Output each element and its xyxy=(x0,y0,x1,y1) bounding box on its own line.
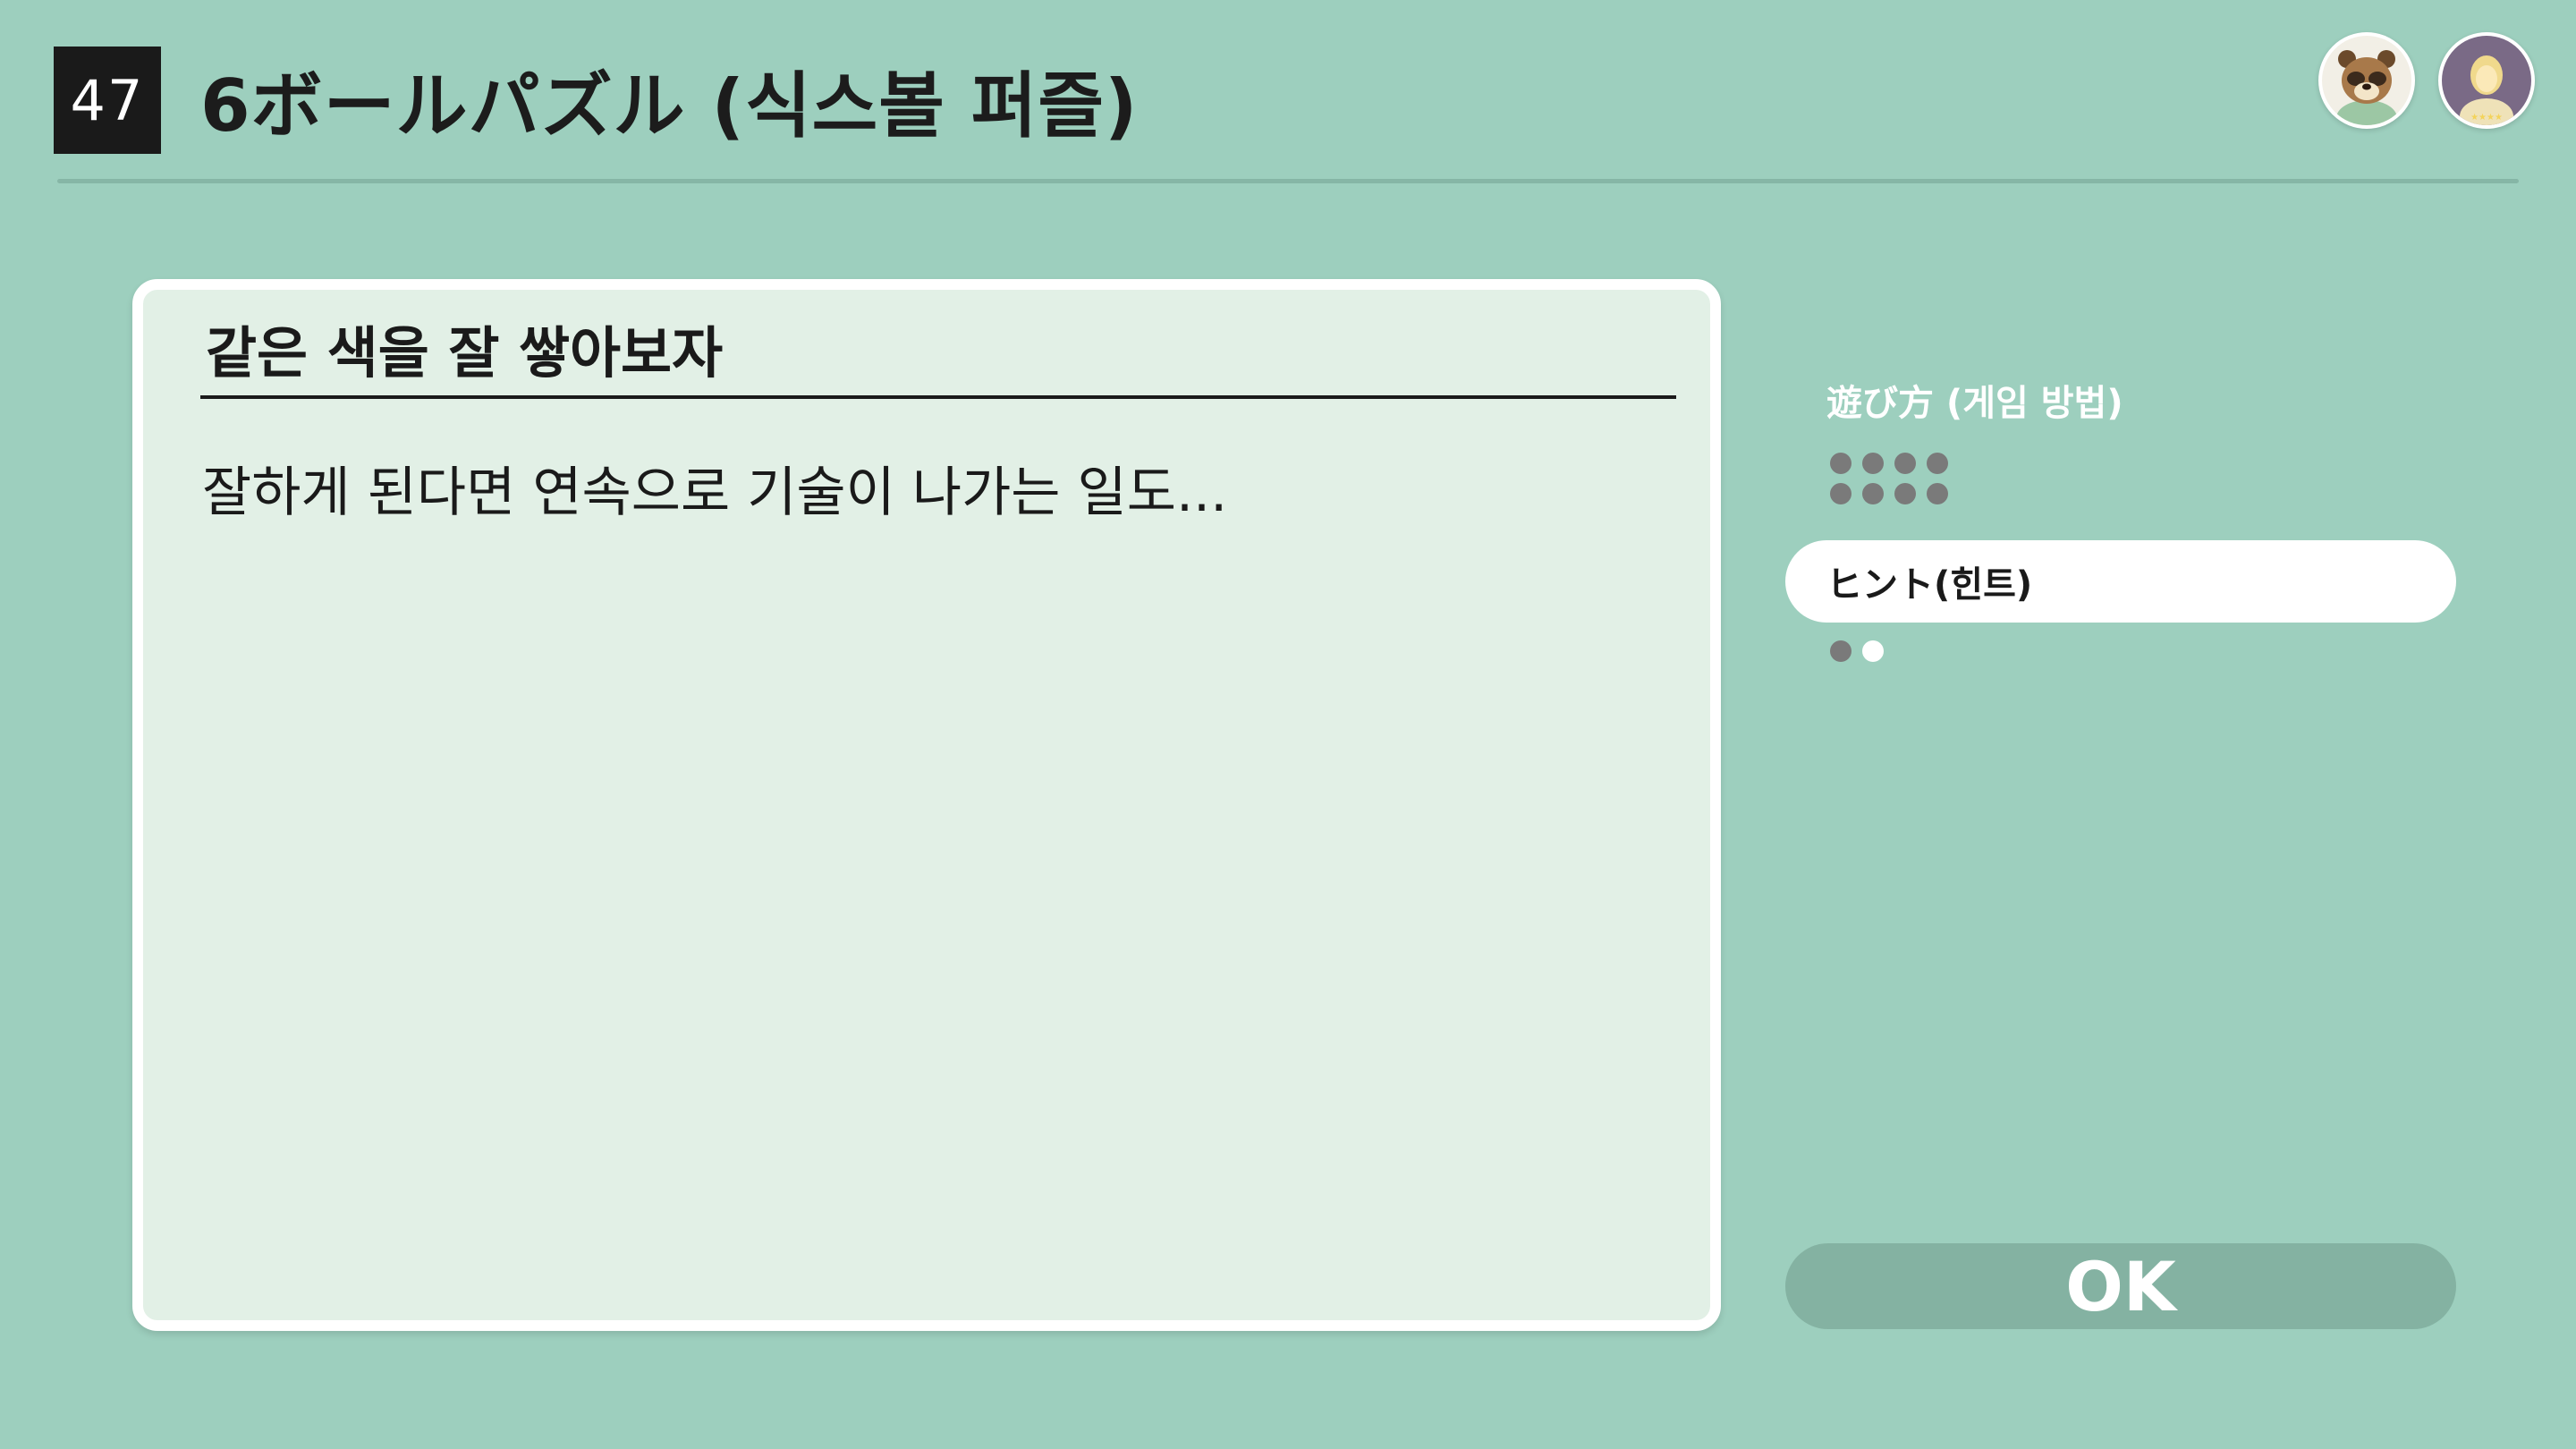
tom-nook-avatar-icon xyxy=(2322,36,2411,125)
page-dot xyxy=(1830,640,1852,662)
header-divider xyxy=(57,179,2519,183)
info-menu: 遊び方 (게임 방법) ヒント(힌트) xyxy=(1785,367,2456,698)
menu-item-label: 遊び方 (게임 방법) xyxy=(1826,383,2123,424)
player-avatar-icon: ★★★★ xyxy=(2442,36,2531,125)
page-dot xyxy=(1862,483,1884,504)
page-dot xyxy=(1927,483,1948,504)
page-title: 6ボールパズル (식스볼 퍼즐) xyxy=(200,64,1139,148)
player-avatar-icon[interactable]: ★★★★ xyxy=(2438,32,2535,129)
hint-card: 같은 색을 잘 쌓아보자 잘하게 된다면 연속으로 기술이 나가는 일도... xyxy=(132,279,1721,1331)
hint-title: 같은 색을 잘 쌓아보자 xyxy=(206,320,724,386)
page-indicator-hint xyxy=(1785,640,2456,662)
menu-item-hint[interactable]: ヒント(힌트) xyxy=(1785,540,2456,662)
page-indicator-how-to-play xyxy=(1785,453,2456,504)
page-dot xyxy=(1894,483,1916,504)
page-dot xyxy=(1830,483,1852,504)
hint-body: 잘하게 된다면 연속으로 기술이 나가는 일도... xyxy=(202,462,1228,524)
page-dot xyxy=(1927,453,1948,474)
menu-item-how-to-play[interactable]: 遊び方 (게임 방법) xyxy=(1785,367,2456,504)
tom-nook-avatar-icon[interactable] xyxy=(2318,32,2415,129)
ok-button[interactable]: OK xyxy=(1785,1243,2456,1329)
game-detail-screen: 47 6ボールパズル (식스볼 퍼즐) ★★★★ 같은 색을 잘 쌓아보자 잘하… xyxy=(0,0,2576,1449)
avatar-group: ★★★★ xyxy=(2318,32,2535,129)
page-dot xyxy=(1830,453,1852,474)
svg-text:★★★★: ★★★★ xyxy=(2470,113,2503,123)
page-dot xyxy=(1894,453,1916,474)
game-number-badge: 47 xyxy=(54,47,161,154)
header: 47 6ボールパズル (식스볼 퍼즐) xyxy=(54,47,1139,154)
menu-item-label: ヒント(힌트) xyxy=(1785,540,2456,623)
page-dot xyxy=(1862,453,1884,474)
hint-title-divider xyxy=(200,395,1676,399)
page-dot-current xyxy=(1862,640,1884,662)
